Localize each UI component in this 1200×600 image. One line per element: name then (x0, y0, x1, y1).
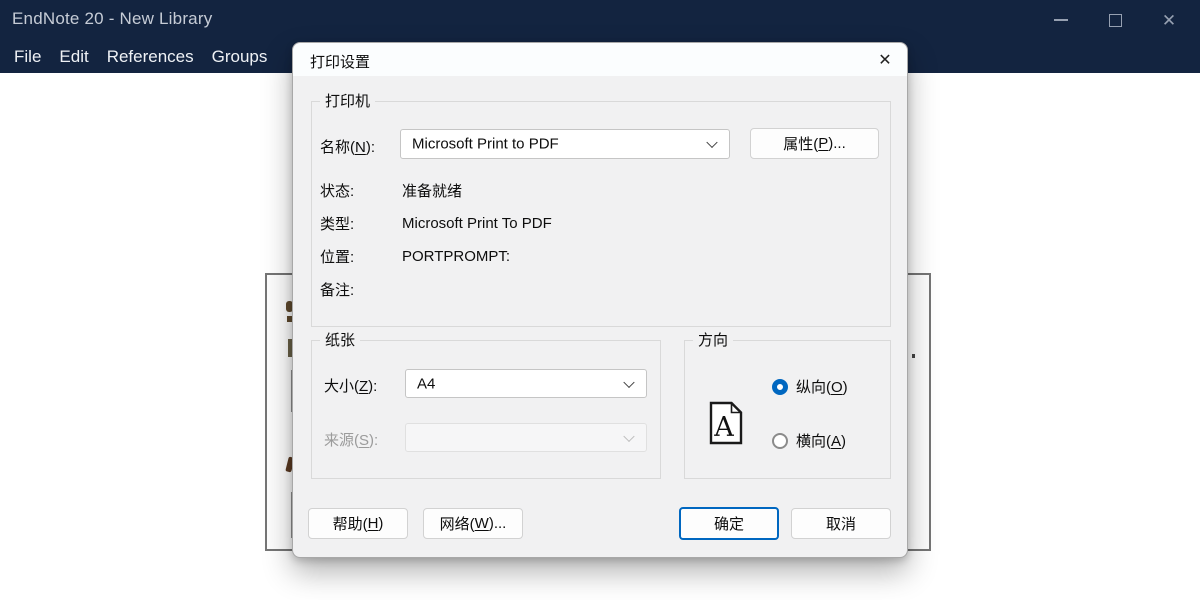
properties-button[interactable]: 属性(P)... (750, 128, 879, 159)
dialog-close-button[interactable]: ✕ (871, 46, 899, 74)
printer-info-rows: 状态: 准备就绪 类型: Microsoft Print To PDF 位置: … (320, 174, 880, 306)
printer-location-row: 位置: PORTPROMPT: (320, 240, 880, 273)
paper-size-dropdown[interactable]: A4 (405, 369, 647, 398)
orientation-groupbox: 方向 A 纵向(O) 横向(A) (684, 340, 891, 479)
status-value: 准备就绪 (402, 180, 462, 201)
menu-item-groups[interactable]: Groups (212, 47, 268, 67)
printer-comment-row: 备注: (320, 273, 880, 306)
paper-size-value: A4 (417, 375, 435, 392)
menu-item-file[interactable]: File (14, 47, 41, 67)
window-controls: ✕ (1034, 0, 1196, 40)
orientation-group-legend: 方向 (693, 332, 733, 349)
paper-size-label: 大小(Z): (324, 375, 377, 396)
dialog-title: 打印设置 (310, 51, 370, 72)
location-value: PORTPROMPT: (402, 248, 510, 265)
printer-groupbox: 打印机 名称(N): Microsoft Print to PDF 属性(P).… (311, 101, 891, 327)
menu-item-references[interactable]: References (107, 47, 194, 67)
portrait-radio-label: 纵向(O) (796, 376, 848, 397)
type-label: 类型: (320, 213, 402, 234)
chevron-down-icon (623, 376, 634, 387)
paper-groupbox: 纸张 大小(Z): A4 来源(S): (311, 340, 661, 479)
obscured-fragment (912, 354, 915, 358)
help-button[interactable]: 帮助(H) (308, 508, 408, 539)
comment-label: 备注: (320, 279, 402, 300)
printer-name-value: Microsoft Print to PDF (412, 136, 559, 153)
landscape-radio[interactable]: 横向(A) (772, 430, 846, 451)
location-label: 位置: (320, 246, 402, 267)
status-label: 状态: (320, 180, 402, 201)
radio-selected-icon (772, 379, 788, 395)
printer-type-row: 类型: Microsoft Print To PDF (320, 207, 880, 240)
printer-name-dropdown[interactable]: Microsoft Print to PDF (400, 129, 730, 159)
maximize-button[interactable] (1088, 0, 1142, 40)
page-icon-letter: A (713, 412, 734, 443)
minimize-icon (1054, 19, 1068, 21)
dialog-titlebar: 打印设置 ✕ (293, 43, 907, 76)
portrait-radio[interactable]: 纵向(O) (772, 376, 848, 397)
portrait-page-icon: A (709, 401, 743, 445)
paper-source-label: 来源(S): (324, 429, 378, 450)
maximize-icon (1109, 14, 1122, 27)
menu-item-edit[interactable]: Edit (59, 47, 88, 67)
chevron-down-icon (706, 137, 717, 148)
minimize-button[interactable] (1034, 0, 1088, 40)
close-button[interactable]: ✕ (1142, 0, 1196, 40)
printer-group-legend: 打印机 (320, 93, 375, 110)
paper-source-dropdown (405, 423, 647, 452)
landscape-radio-label: 横向(A) (796, 430, 846, 451)
network-button[interactable]: 网络(W)... (423, 508, 523, 539)
radio-unselected-icon (772, 433, 788, 449)
close-icon: ✕ (1162, 12, 1176, 29)
paper-group-legend: 纸张 (320, 332, 360, 349)
ok-button[interactable]: 确定 (679, 507, 779, 540)
type-value: Microsoft Print To PDF (402, 215, 552, 232)
window-title: EndNote 20 - New Library (12, 9, 212, 29)
printer-name-label: 名称(N): (320, 136, 375, 157)
chevron-down-icon (623, 430, 634, 441)
app-titlebar: EndNote 20 - New Library ✕ (0, 0, 1200, 40)
printer-status-row: 状态: 准备就绪 (320, 174, 880, 207)
dialog-close-icon: ✕ (878, 50, 891, 70)
cancel-button[interactable]: 取消 (791, 508, 891, 539)
print-setup-dialog: 打印设置 ✕ 打印机 名称(N): Microsoft Print to PDF… (292, 42, 908, 558)
